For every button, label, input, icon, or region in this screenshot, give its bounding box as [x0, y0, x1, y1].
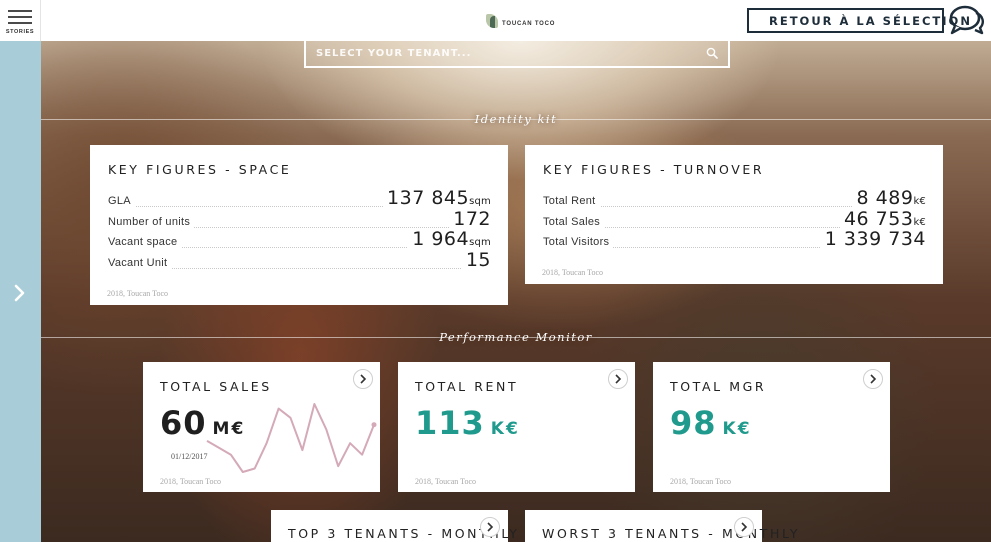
chevron-right-icon — [615, 374, 622, 384]
menu-bar-line — [8, 22, 32, 24]
top-bar: STORIES TOUCAN TOCO RETOUR À LA SÉLECTIO… — [0, 0, 991, 41]
sparkline-date: 01/12/2017 — [171, 452, 208, 461]
back-button-label: RETOUR À LA SÉLECTION — [769, 13, 972, 28]
total-sales-card[interactable]: TOTAL SALES 60 M€ 01/12/2017 2018, Toucan… — [143, 362, 380, 492]
logo-text: TOUCAN TOCO — [502, 21, 556, 27]
total-mgr-value: 98 K€ — [670, 404, 752, 442]
chevron-right-icon[interactable] — [10, 283, 30, 303]
open-card-button[interactable] — [353, 369, 373, 389]
top-3-tenants-card[interactable]: TOP 3 TENANTS - MONTHLY — [271, 510, 517, 542]
tenant-search[interactable] — [304, 38, 730, 68]
back-to-selection-button[interactable]: RETOUR À LA SÉLECTION — [747, 8, 970, 33]
card-title: TOTAL RENT — [415, 379, 519, 394]
toucan-toco-logo: TOUCAN TOCO — [486, 12, 566, 30]
value-number: 137 845 — [387, 187, 470, 209]
menu-bar-line — [8, 10, 32, 12]
source-note: 2018, Toucan Toco — [107, 289, 169, 298]
row-label: Total Sales — [543, 216, 605, 228]
source-note: 2018, Toucan Toco — [670, 477, 732, 486]
total-sales-value: 60 M€ — [160, 404, 245, 442]
source-note: 2018, Toucan Toco — [542, 268, 604, 277]
value-number: 15 — [465, 249, 491, 271]
tenant-search-input[interactable] — [316, 47, 706, 59]
source-note: 2018, Toucan Toco — [415, 477, 477, 486]
identity-kit-text: Identity kit — [474, 112, 558, 126]
row-value: 1 339 734 — [820, 228, 926, 250]
value-number: 113 — [415, 404, 485, 442]
value-number: 172 — [453, 208, 491, 230]
row-label: Vacant space — [108, 236, 182, 248]
row-value: 15 — [461, 249, 491, 271]
kf-row-gla: GLA 137 845sqm — [108, 187, 491, 210]
left-rail — [0, 41, 41, 542]
chevron-right-icon — [741, 522, 748, 532]
value-unit: sqm — [469, 196, 491, 207]
value-number: 60 — [160, 404, 207, 442]
chevron-right-icon — [360, 374, 367, 384]
total-mgr-card[interactable]: TOTAL MGR 98 K€ 2018, Toucan Toco — [653, 362, 890, 492]
value-number: 46 753 — [843, 208, 914, 230]
value-unit: sqm — [469, 237, 491, 248]
logo-icon — [486, 14, 498, 28]
value-number: 1 964 — [412, 228, 470, 250]
open-card-button[interactable] — [480, 517, 500, 537]
kf-row-vacant-space: Vacant space 1 964sqm — [108, 228, 491, 251]
value-unit: k€ — [913, 217, 926, 228]
value-number: 8 489 — [856, 187, 914, 209]
kf-row-total-visitors: Total Visitors 1 339 734 — [543, 228, 926, 251]
value-unit: k€ — [913, 196, 926, 207]
row-value: 1 964sqm — [408, 228, 491, 250]
total-rent-card[interactable]: TOTAL RENT 113 K€ 2018, Toucan Toco — [398, 362, 635, 492]
value-number: 98 — [670, 404, 717, 442]
row-value: 137 845sqm — [383, 187, 491, 209]
chevron-right-icon — [487, 522, 494, 532]
kf-row-total-rent: Total Rent 8 489k€ — [543, 187, 926, 210]
value-unit: K€ — [490, 419, 520, 439]
row-label: Total Visitors — [543, 236, 614, 248]
kf-row-vacant-unit: Vacant Unit 15 — [108, 249, 491, 272]
open-card-button[interactable] — [608, 369, 628, 389]
panel-title: KEY FIGURES - SPACE — [108, 162, 292, 177]
row-label: Number of units — [108, 216, 195, 228]
menu-bar-line — [8, 16, 32, 18]
value-unit: K€ — [722, 419, 752, 439]
row-value: 172 — [449, 208, 491, 230]
card-title: TOTAL MGR — [670, 379, 767, 394]
key-figures-space-panel: KEY FIGURES - SPACE GLA 137 845sqm Numbe… — [90, 145, 508, 305]
card-title: TOTAL SALES — [160, 379, 272, 394]
key-figures-turnover-panel: KEY FIGURES - TURNOVER Total Rent 8 489k… — [525, 145, 943, 284]
total-rent-value: 113 K€ — [415, 404, 520, 442]
source-note: 2018, Toucan Toco — [160, 477, 222, 486]
worst-3-tenants-card[interactable]: WORST 3 TENANTS - MONTHLY — [525, 510, 798, 542]
card-title: WORST 3 TENANTS - MONTHLY — [542, 526, 801, 541]
row-label: Vacant Unit — [108, 257, 172, 269]
value-unit: M€ — [212, 419, 246, 439]
performance-monitor-text: Performance Monitor — [439, 330, 593, 344]
open-card-button[interactable] — [734, 517, 754, 537]
search-icon[interactable] — [706, 47, 718, 59]
chat-bubbles-icon[interactable] — [949, 5, 985, 35]
open-card-button[interactable] — [863, 369, 883, 389]
chevron-right-icon — [870, 374, 877, 384]
panel-title: KEY FIGURES - TURNOVER — [543, 162, 765, 177]
stories-label: STORIES — [5, 29, 35, 35]
sparkline-end-point — [371, 422, 377, 428]
stories-menu-button[interactable]: STORIES — [0, 0, 41, 41]
row-value: 46 753k€ — [839, 208, 926, 230]
row-label: Total Rent — [543, 195, 600, 207]
value-number: 1 339 734 — [824, 228, 926, 250]
row-label: GLA — [108, 195, 135, 207]
performance-monitor-label: Performance Monitor — [366, 330, 666, 344]
identity-kit-label: Identity kit — [366, 112, 666, 126]
row-value: 8 489k€ — [852, 187, 926, 209]
